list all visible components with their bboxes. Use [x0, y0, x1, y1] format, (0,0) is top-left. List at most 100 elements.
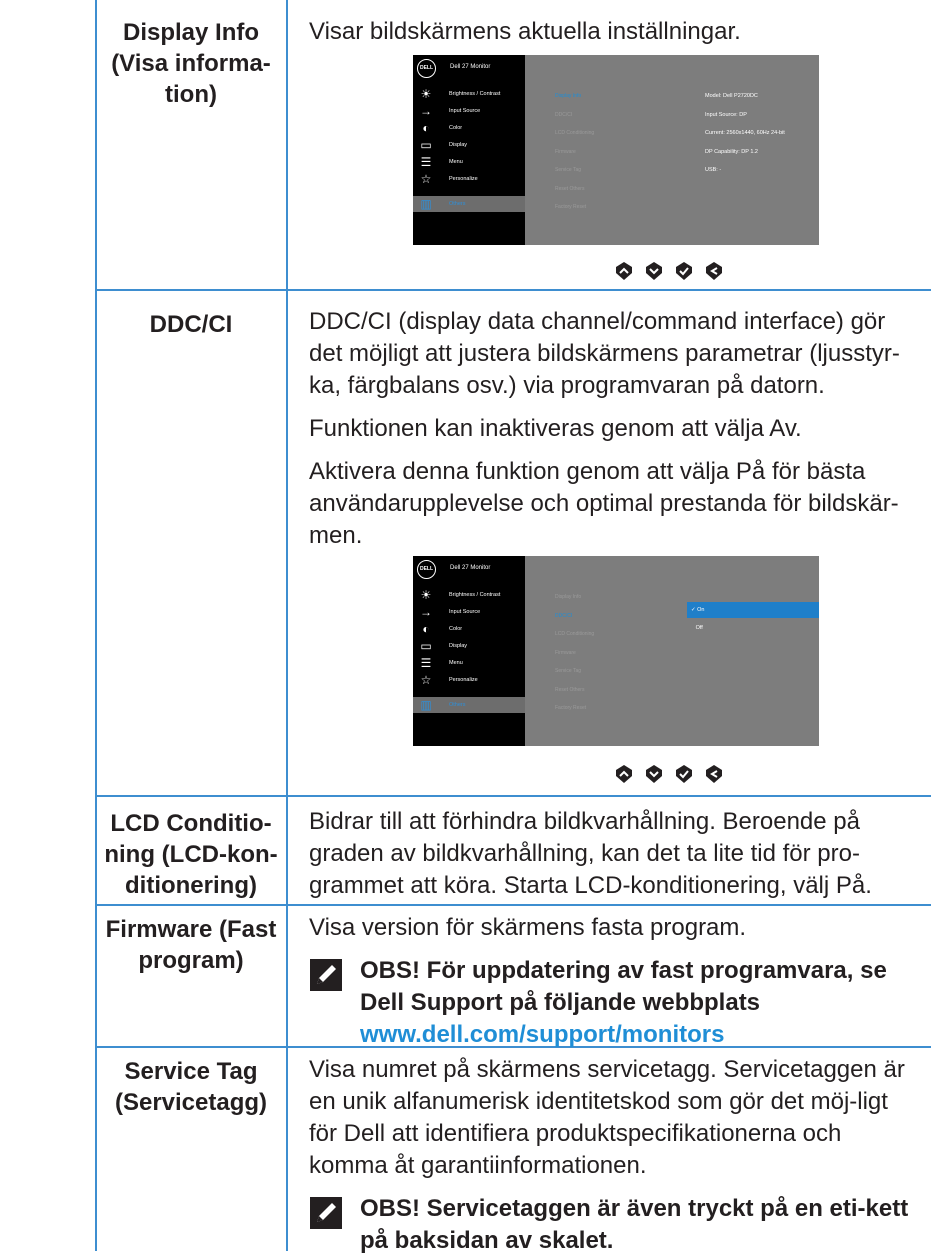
osd-menu-label: Brightness / Contrast: [449, 91, 501, 97]
osd-info-value: Model: Dell P2720DC: [705, 93, 758, 99]
brightness-icon: ☀: [420, 87, 432, 101]
row-desc-firmware: Visa version för skärmens fasta program.…: [309, 912, 921, 1051]
input-source-icon: →: [420, 605, 432, 619]
label-line: Firmware (Fast: [105, 916, 277, 943]
label-line: (Servicetagg): [114, 1089, 268, 1116]
osd-submenu-item: Service Tag: [555, 167, 582, 173]
others-icon: ▥: [420, 197, 432, 211]
paragraph: Funktionen kan inaktiveras genom att väl…: [309, 415, 802, 442]
row-desc-lcd-conditioning: Bidrar till att förhindra bildkvarhållni…: [309, 806, 921, 913]
label-line: Display Info: [122, 19, 260, 46]
osd-menu-item: ◐ Color: [413, 120, 525, 136]
osd-menu-label: Menu: [449, 159, 463, 165]
osd-title: Dell 27 Monitor: [450, 565, 491, 571]
osd-submenu-item: DDC/CI: [555, 612, 573, 619]
note-text: OBS! För uppdatering av fast programvara…: [360, 957, 887, 1016]
osd-menu-label: Others: [449, 201, 466, 207]
down-icon: [646, 262, 662, 280]
dell-logo: DELL: [417, 59, 436, 78]
osd-option: Off: [687, 620, 819, 636]
osd-title: Dell 27 Monitor: [450, 64, 491, 70]
osd-submenu-item: Display Info: [555, 93, 582, 99]
osd-screenshot-ddc-ci: DELL Dell 27 Monitor ☀ Brightness / Contras…: [413, 556, 819, 746]
paragraph: Aktivera denna funktion genom att välja …: [309, 458, 899, 549]
support-link[interactable]: www.dell.com/support/monitors: [360, 1021, 724, 1048]
osd-menu-item: ☆ Personalize: [413, 171, 525, 187]
label-line: tion): [165, 81, 217, 108]
osd-submenu-item: Reset Others: [555, 185, 585, 192]
osd-option: ✓ On: [687, 602, 819, 618]
input-source-icon: →: [420, 104, 432, 118]
paragraph: Visa numret på skärmens servicetagg. Ser…: [309, 1056, 905, 1179]
label-line: program): [138, 947, 244, 974]
osd-menu-item: ☰ Menu: [413, 154, 525, 170]
osd-menu-item: ▥ Others: [413, 196, 525, 212]
osd-menu-item: ☆ Personalize: [413, 672, 525, 688]
dell-logo: DELL: [417, 560, 436, 579]
label-line: ditionering): [125, 872, 257, 899]
row-label-firmware: Firmware (Fast program): [97, 914, 285, 976]
color-icon: ◐: [422, 622, 430, 636]
row-desc-service-tag: Visa numret på skärmens servicetagg. Ser…: [309, 1054, 921, 1257]
display-icon: ▭: [420, 639, 432, 653]
osd-submenu-item: LCD Conditioning: [555, 631, 595, 637]
osd-menu-item: ▭ Display: [413, 638, 525, 654]
row-label-lcd-conditioning: LCD Conditio- ning (LCD-kon- ditionering…: [97, 808, 285, 901]
others-icon: ▥: [420, 698, 432, 712]
osd-menu-item: → Input Source: [413, 604, 525, 620]
label-line: LCD Conditio-: [110, 810, 272, 837]
personalize-icon: ☆: [420, 172, 432, 186]
row-label-ddc-ci: DDC/CI: [97, 309, 285, 340]
osd-menu-label: Color: [449, 125, 463, 131]
note-pencil-icon: [310, 1197, 342, 1229]
osd-menu-label: Menu: [449, 660, 463, 666]
color-icon: ◐: [422, 121, 430, 135]
osd-option-label: ✓ On: [691, 607, 705, 613]
row-label-display-info: Display Info (Visa informa- tion): [97, 17, 285, 110]
osd-info-value: USB: -: [705, 167, 722, 173]
osd-screenshot-display-info: DELL Dell 27 Monitor ☀ Brightness / Contras…: [413, 55, 819, 245]
note-pencil-icon: [310, 959, 342, 991]
menu-icon: ☰: [420, 155, 432, 169]
label-line: DDC/CI: [149, 311, 233, 338]
label-line: Service Tag: [124, 1058, 258, 1085]
back-icon: [706, 765, 722, 783]
down-icon: [646, 765, 662, 783]
display-icon: ▭: [420, 138, 432, 152]
note-text: OBS! Servicetaggen är även tryckt på en …: [360, 1195, 909, 1254]
up-icon: [616, 262, 632, 280]
label-line: (Visa informa-: [111, 50, 271, 77]
row-divider: [95, 289, 931, 291]
paragraph: Visar bildskärmens aktuella inställninga…: [309, 18, 741, 45]
osd-menu-item: → Input Source: [413, 103, 525, 119]
osd-submenu-item: LCD Conditioning: [555, 130, 595, 136]
osd-submenu-item: Reset Others: [555, 686, 585, 693]
osd-menu-item: ▭ Display: [413, 137, 525, 153]
osd-menu-label: Input Source: [449, 108, 481, 114]
osd-menu-label: Personalize: [449, 176, 478, 182]
osd-menu-item: ☰ Menu: [413, 655, 525, 671]
label-line: ning (LCD-kon-: [104, 841, 278, 868]
osd-menu-label: Display: [449, 643, 468, 649]
menu-icon: ☰: [420, 656, 432, 670]
row-desc-ddc-ci: DDC/CI (display data channel/command int…: [309, 306, 921, 563]
osd-info-value: Current: 2560x1440, 60Hz 24-bit: [705, 130, 785, 136]
personalize-icon: ☆: [420, 673, 432, 687]
osd-info-value: DP Capability: DP 1.2: [705, 148, 758, 155]
paragraph: Bidrar till att förhindra bildkvarhållni…: [309, 808, 872, 899]
check-icon: [676, 262, 692, 280]
osd-submenu-item: Display Info: [555, 594, 582, 600]
paragraph: Visa version för skärmens fasta program.: [309, 914, 747, 941]
osd-menu-label: Brightness / Contrast: [449, 592, 501, 598]
osd-menu-item: ◐ Color: [413, 621, 525, 637]
osd-submenu-item: Service Tag: [555, 668, 582, 674]
row-divider: [95, 795, 931, 797]
paragraph: DDC/CI (display data channel/command int…: [309, 308, 900, 399]
osd-menu-item: ☀ Brightness / Contrast: [413, 587, 525, 603]
row-desc-display-info: Visar bildskärmens aktuella inställninga…: [309, 16, 921, 59]
osd-menu-item: ☀ Brightness / Contrast: [413, 86, 525, 102]
osd-option-label: Off: [691, 625, 703, 631]
note-firmware: OBS! För uppdatering av fast programvara…: [309, 955, 921, 1051]
osd-menu-label: Color: [449, 626, 463, 632]
osd-submenu-item: Firmware: [555, 649, 576, 656]
